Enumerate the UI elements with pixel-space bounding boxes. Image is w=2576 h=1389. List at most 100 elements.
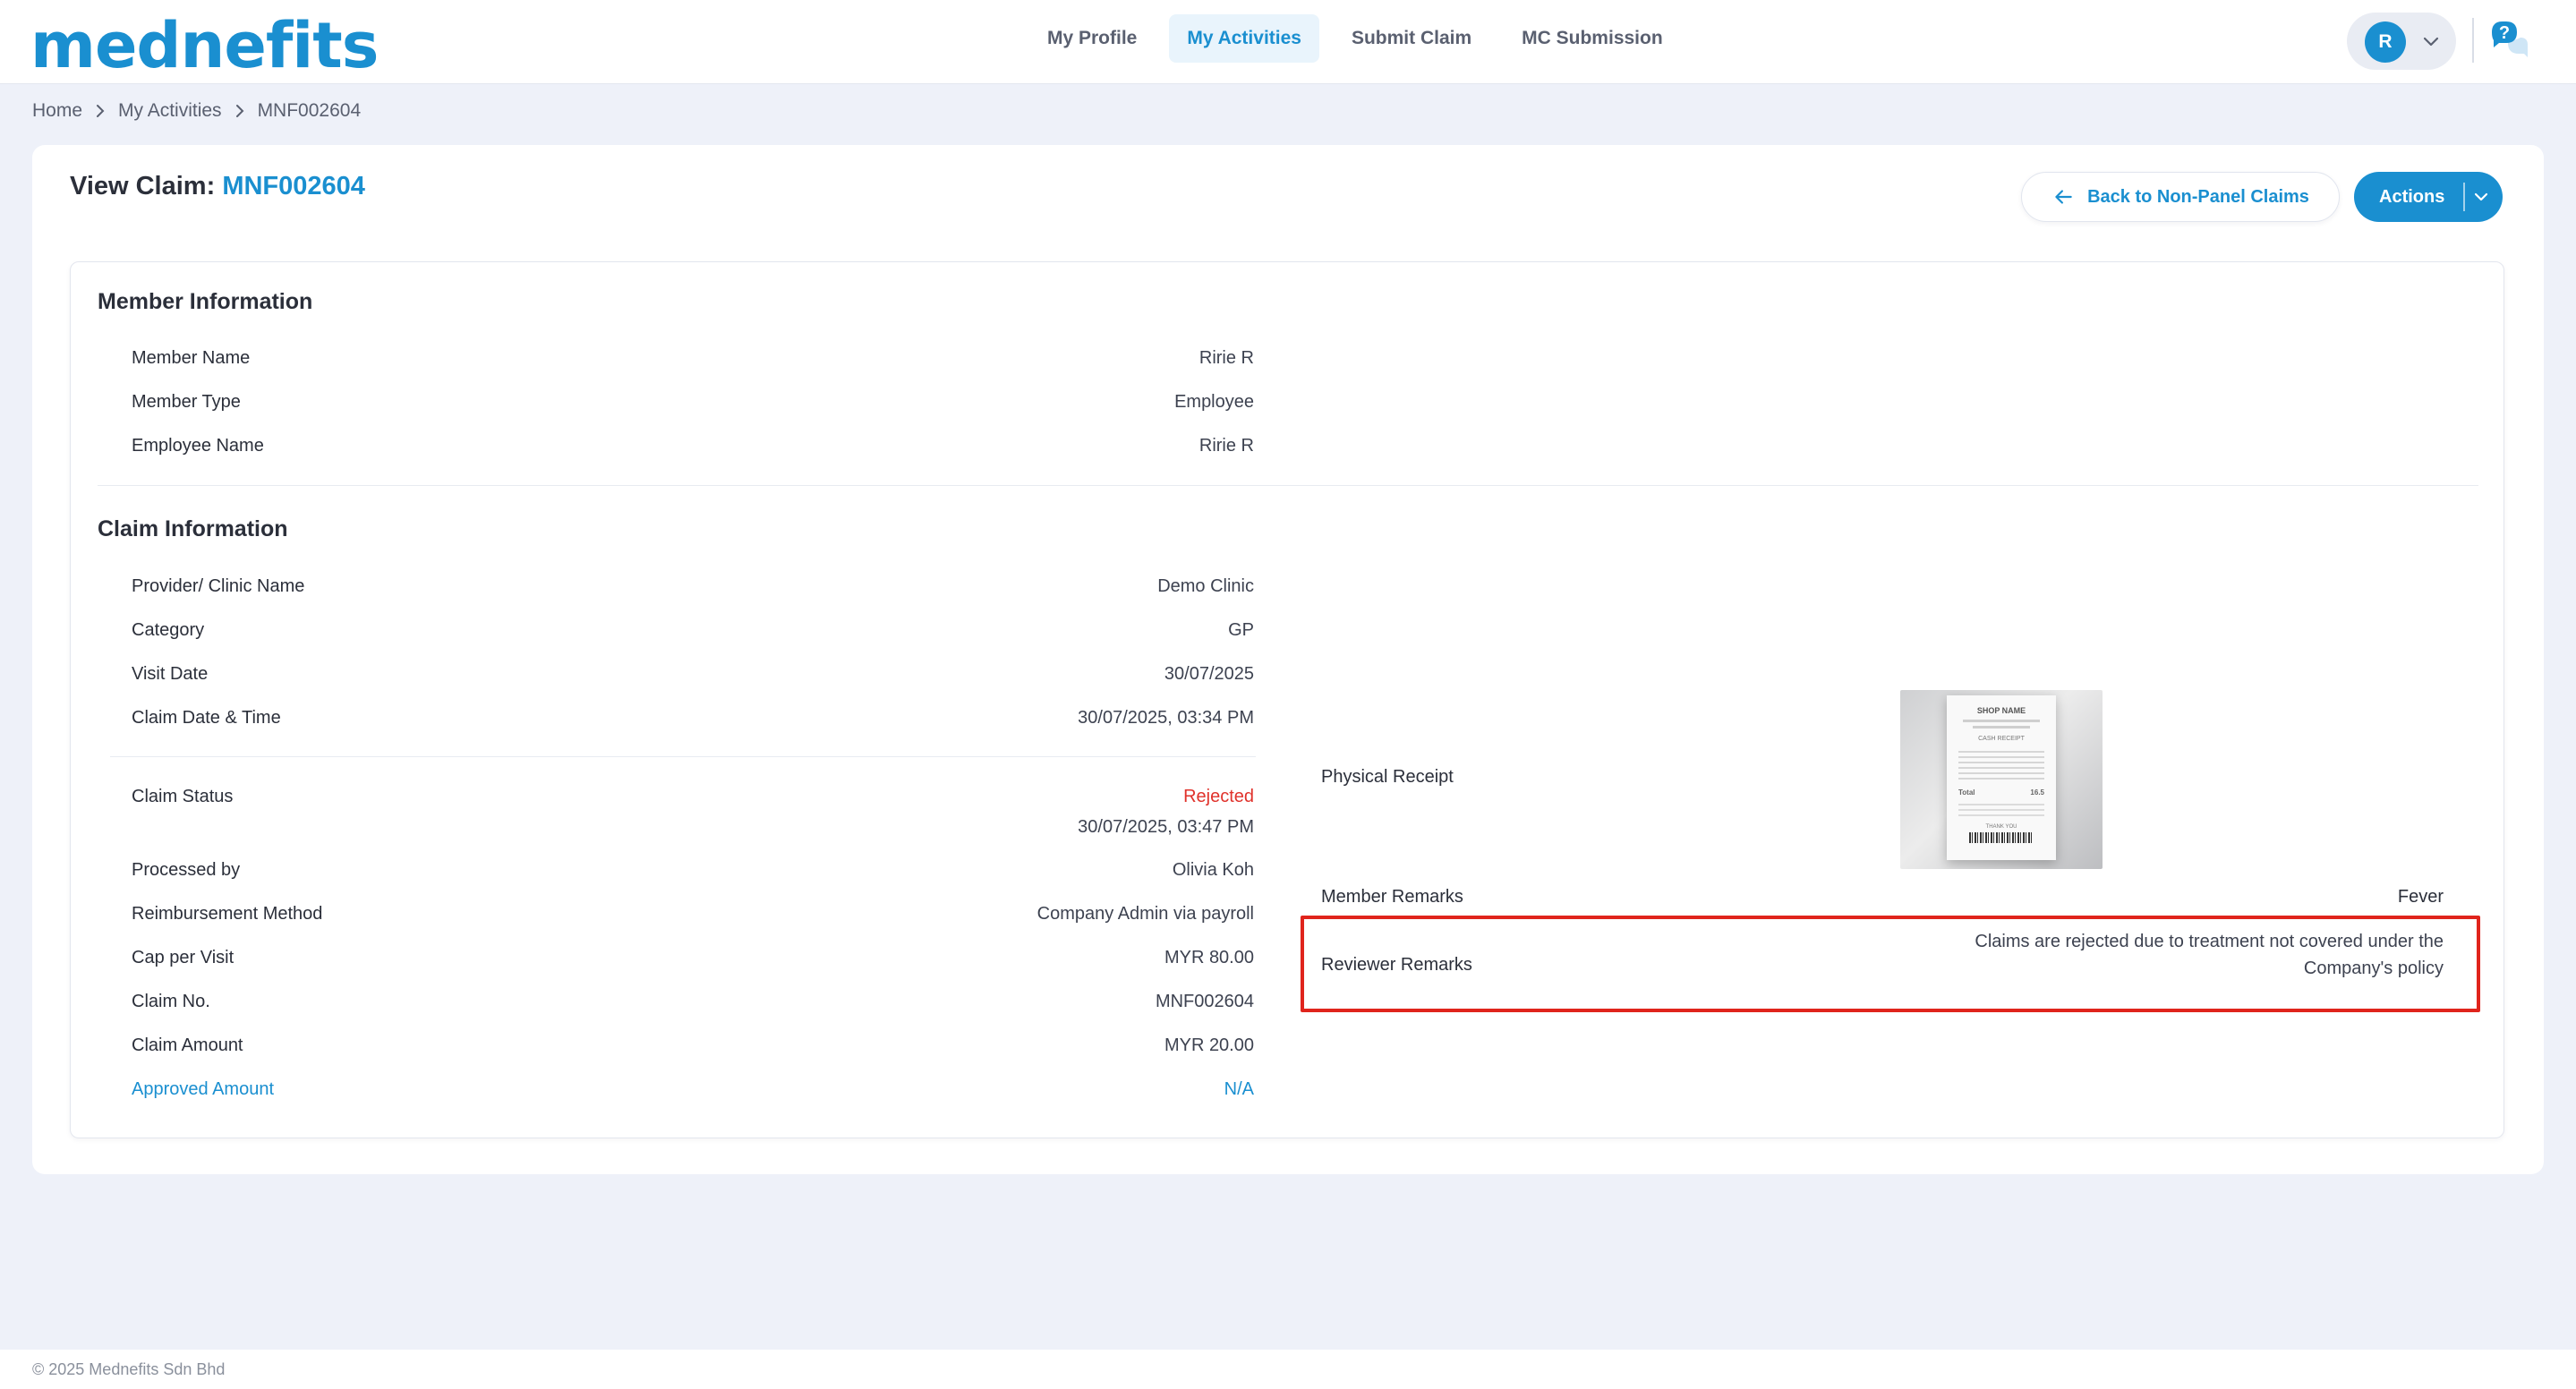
chevron-down-icon: [2474, 192, 2488, 201]
breadcrumb-home[interactable]: Home: [32, 100, 82, 122]
claim-date-label: Claim Date & Time: [132, 708, 281, 728]
receipt-total-label: Total: [1958, 788, 1975, 797]
page-title-prefix: View Claim:: [70, 172, 216, 200]
claim-status-timestamp: 30/07/2025, 03:47 PM: [1078, 817, 1254, 837]
receipt-paper: SHOP NAME CASH RECEIPT Total 16.5 THANK …: [1947, 695, 2056, 860]
claim-date-value: 30/07/2025, 03:34 PM: [1078, 708, 1254, 728]
back-to-non-panel-claims-button[interactable]: Back to Non-Panel Claims: [2021, 172, 2340, 222]
processed-by-label: Processed by: [132, 860, 241, 880]
claim-status-row: Claim Status Rejected 30/07/2025, 03:47 …: [132, 787, 1254, 849]
barcode-icon: [1969, 832, 2034, 843]
receipt-line: [1963, 720, 2040, 722]
category-value: GP: [1228, 620, 1254, 640]
nav-mc-submission[interactable]: MC Submission: [1504, 14, 1681, 63]
approved-amount-value: N/A: [1224, 1079, 1254, 1099]
member-information-title: Member Information: [98, 289, 313, 314]
member-name-value: Ririe R: [1198, 348, 1254, 368]
visit-date-value: 30/07/2025: [1164, 664, 1254, 684]
provider-label: Provider/ Clinic Name: [132, 576, 305, 596]
claim-card: View Claim: MNF002604 Back to Non-Panel …: [32, 145, 2544, 1174]
provider-value: Demo Clinic: [1157, 576, 1254, 596]
status-badge: Rejected: [1183, 787, 1254, 806]
member-name-label: Member Name: [132, 348, 251, 368]
member-name-row: Member Name Ririe R: [132, 348, 1254, 375]
claim-no-label: Claim No.: [132, 992, 210, 1011]
breadcrumb: Home My Activities MNF002604: [32, 100, 361, 122]
actions-label: Actions: [2379, 187, 2445, 207]
physical-receipt-label: Physical Receipt: [1321, 767, 1454, 787]
svg-text:?: ?: [2499, 23, 2510, 43]
page-footer: © 2025 Mednefits Sdn Bhd: [0, 1350, 2576, 1389]
header-divider: [2472, 18, 2474, 63]
receipt-total-row: Total 16.5: [1947, 788, 2056, 797]
main-nav: My Profile My Activities Submit Claim MC…: [1029, 14, 1681, 63]
claim-information-title: Claim Information: [98, 516, 288, 541]
receipt-thumbnail[interactable]: SHOP NAME CASH RECEIPT Total 16.5 THANK …: [1900, 690, 2103, 869]
mednefits-logo[interactable]: mednefits: [30, 9, 379, 82]
claim-amount-row: Claim Amount MYR 20.00: [132, 1035, 1254, 1062]
approved-amount-row: Approved Amount N/A: [132, 1079, 1254, 1106]
employee-name-value: Ririe R: [1198, 436, 1254, 456]
footer-copyright: © 2025 Mednefits Sdn Bhd: [32, 1360, 226, 1378]
reviewer-remarks-label: Reviewer Remarks: [1321, 955, 1472, 975]
page-title-claim-id: MNF002604: [222, 172, 365, 200]
claim-date-row: Claim Date & Time 30/07/2025, 03:34 PM: [132, 708, 1254, 735]
chevron-down-icon: [2423, 37, 2439, 47]
provider-row: Provider/ Clinic Name Demo Clinic: [132, 576, 1254, 603]
reimbursement-method-value: Company Admin via payroll: [1036, 904, 1254, 924]
nav-submit-claim[interactable]: Submit Claim: [1334, 14, 1489, 63]
employee-name-row: Employee Name Ririe R: [132, 436, 1254, 463]
back-button-label: Back to Non-Panel Claims: [2087, 186, 2309, 207]
receipt-items: [1958, 800, 2044, 820]
actions-divider: [2463, 183, 2465, 211]
receipt-line: [1973, 726, 2030, 729]
breadcrumb-my-activities[interactable]: My Activities: [118, 100, 222, 122]
approved-amount-label: Approved Amount: [132, 1079, 274, 1099]
reviewer-remarks-value: Claims are rejected due to treatment not…: [1975, 928, 2444, 982]
receipt-footer: THANK YOU: [1985, 824, 2017, 830]
receipt-shop-name: SHOP NAME: [1976, 706, 2026, 715]
receipt-items: [1958, 747, 2044, 783]
member-remarks-label: Member Remarks: [1321, 887, 1463, 907]
section-divider: [98, 485, 2478, 486]
member-type-value: Employee: [1174, 392, 1254, 412]
receipt-total-value: 16.5: [2030, 788, 2044, 797]
visit-date-label: Visit Date: [132, 664, 209, 684]
processed-by-value: Olivia Koh: [1172, 860, 1254, 880]
category-row: Category GP: [132, 620, 1254, 647]
visit-date-row: Visit Date 30/07/2025: [132, 664, 1254, 691]
nav-my-activities[interactable]: My Activities: [1169, 14, 1319, 63]
top-header: mednefits My Profile My Activities Submi…: [0, 0, 2576, 84]
cap-per-visit-label: Cap per Visit: [132, 948, 235, 967]
cap-per-visit-value: MYR 80.00: [1164, 948, 1254, 967]
member-type-row: Member Type Employee: [132, 392, 1254, 419]
physical-receipt-row: Physical Receipt: [1321, 767, 2444, 788]
claim-amount-value: MYR 20.00: [1164, 1035, 1254, 1055]
reimbursement-method-row: Reimbursement Method Company Admin via p…: [132, 904, 1254, 931]
page-title: View Claim: MNF002604: [70, 172, 365, 201]
cap-per-visit-row: Cap per Visit MYR 80.00: [132, 948, 1254, 975]
category-label: Category: [132, 620, 205, 640]
claim-no-row: Claim No. MNF002604: [132, 992, 1254, 1018]
processed-by-row: Processed by Olivia Koh: [132, 860, 1254, 887]
claim-divider: [110, 756, 1256, 757]
member-remarks-row: Member Remarks Fever: [1321, 887, 2444, 908]
actions-dropdown-button[interactable]: Actions: [2354, 172, 2503, 222]
chevron-right-icon: [97, 105, 105, 117]
nav-my-profile[interactable]: My Profile: [1029, 14, 1155, 63]
employee-name-label: Employee Name: [132, 436, 264, 456]
reviewer-remarks-line-2: Company's policy: [2303, 959, 2444, 978]
member-type-label: Member Type: [132, 392, 241, 412]
user-menu-button[interactable]: R: [2347, 13, 2456, 70]
chevron-right-icon: [235, 105, 243, 117]
claim-details-panel: Member Information Member Name Ririe R M…: [70, 261, 2504, 1138]
claim-amount-label: Claim Amount: [132, 1035, 243, 1055]
avatar: R: [2365, 21, 2406, 63]
member-remarks-value: Fever: [2397, 887, 2444, 907]
help-chat-icon[interactable]: ?: [2488, 18, 2531, 61]
arrow-left-icon: [2055, 190, 2072, 204]
claim-no-value: MNF002604: [1155, 992, 1254, 1011]
reviewer-remarks-line-1: Claims are rejected due to treatment not…: [1975, 932, 2444, 951]
receipt-heading: CASH RECEIPT: [1978, 736, 2025, 742]
reimbursement-method-label: Reimbursement Method: [132, 904, 323, 924]
